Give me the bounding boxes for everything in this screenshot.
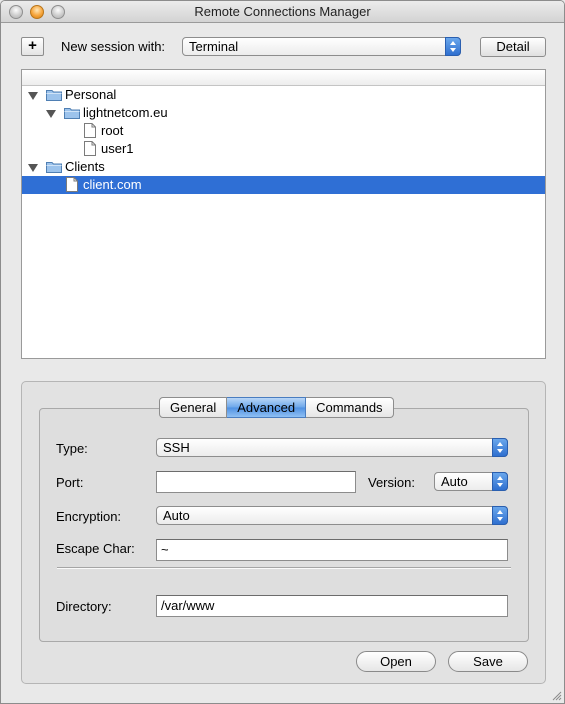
- tree-item-label: root: [101, 123, 124, 138]
- type-popup[interactable]: SSH: [156, 438, 508, 457]
- popup-arrows-icon: [492, 438, 508, 457]
- document-icon: [84, 141, 96, 156]
- app-window: Remote Connections Manager + New session…: [0, 0, 565, 704]
- escape-char-label: Escape Char:: [56, 541, 135, 556]
- tree-header: [22, 70, 545, 86]
- session-details-panel: Type: SSH Port: Version: Auto Encryption…: [21, 381, 546, 684]
- directory-field[interactable]: /var/www: [156, 595, 508, 617]
- tree-row-lightnetcom[interactable]: lightnetcom.eu: [22, 104, 545, 122]
- directory-label: Directory:: [56, 599, 112, 614]
- folder-icon: [64, 108, 80, 119]
- encryption-label: Encryption:: [56, 509, 122, 524]
- new-session-label: New session with:: [61, 39, 166, 54]
- tree-row-client-com[interactable]: client.com: [22, 176, 545, 194]
- title-bar[interactable]: Remote Connections Manager: [1, 1, 564, 23]
- document-icon: [66, 177, 78, 192]
- session-type-value: Terminal: [189, 39, 239, 54]
- popup-arrows-icon: [492, 472, 508, 491]
- escape-char-field[interactable]: ~: [156, 539, 508, 561]
- type-value: SSH: [163, 440, 190, 455]
- tree-item-label: client.com: [83, 177, 142, 192]
- tree-row-clients[interactable]: Clients: [22, 158, 545, 176]
- tab-bar: General Advanced Commands: [159, 397, 394, 418]
- folder-icon: [46, 162, 62, 173]
- resize-grip-icon[interactable]: [550, 689, 562, 701]
- encryption-popup[interactable]: Auto: [156, 506, 508, 525]
- tree-item-label: lightnetcom.eu: [83, 105, 168, 120]
- disclosure-triangle-icon[interactable]: [28, 164, 38, 172]
- save-button[interactable]: Save: [448, 651, 528, 672]
- connections-tree[interactable]: Personal lightnetcom.eu root user1 Clien…: [21, 69, 546, 359]
- tree-row-user1[interactable]: user1: [22, 140, 545, 158]
- session-type-popup[interactable]: Terminal: [182, 37, 461, 56]
- tree-row-root[interactable]: root: [22, 122, 545, 140]
- tab-commands[interactable]: Commands: [306, 397, 394, 418]
- port-field[interactable]: [156, 471, 356, 493]
- tab-general[interactable]: General: [159, 397, 228, 418]
- version-label: Version:: [368, 475, 415, 490]
- detail-button[interactable]: Detail: [480, 37, 546, 57]
- popup-arrows-icon: [492, 506, 508, 525]
- tree-row-personal[interactable]: Personal: [22, 86, 545, 104]
- encryption-value: Auto: [163, 508, 190, 523]
- tab-view: Type: SSH Port: Version: Auto Encryption…: [39, 408, 529, 642]
- document-icon: [84, 123, 96, 138]
- popup-arrows-icon: [445, 37, 461, 56]
- tree-item-label: user1: [101, 141, 134, 156]
- form-divider: [57, 567, 511, 569]
- add-session-button[interactable]: +: [21, 37, 44, 56]
- window-title: Remote Connections Manager: [194, 4, 371, 19]
- open-button[interactable]: Open: [356, 651, 436, 672]
- tree-item-label: Clients: [65, 159, 105, 174]
- tab-advanced[interactable]: Advanced: [227, 397, 307, 418]
- tree-item-label: Personal: [65, 87, 117, 102]
- type-label: Type:: [56, 441, 88, 456]
- disclosure-triangle-icon[interactable]: [46, 110, 56, 118]
- port-label: Port:: [56, 475, 84, 490]
- version-value: Auto: [441, 474, 468, 489]
- folder-icon: [46, 90, 62, 101]
- disclosure-triangle-icon[interactable]: [28, 92, 38, 100]
- version-popup[interactable]: Auto: [434, 472, 508, 491]
